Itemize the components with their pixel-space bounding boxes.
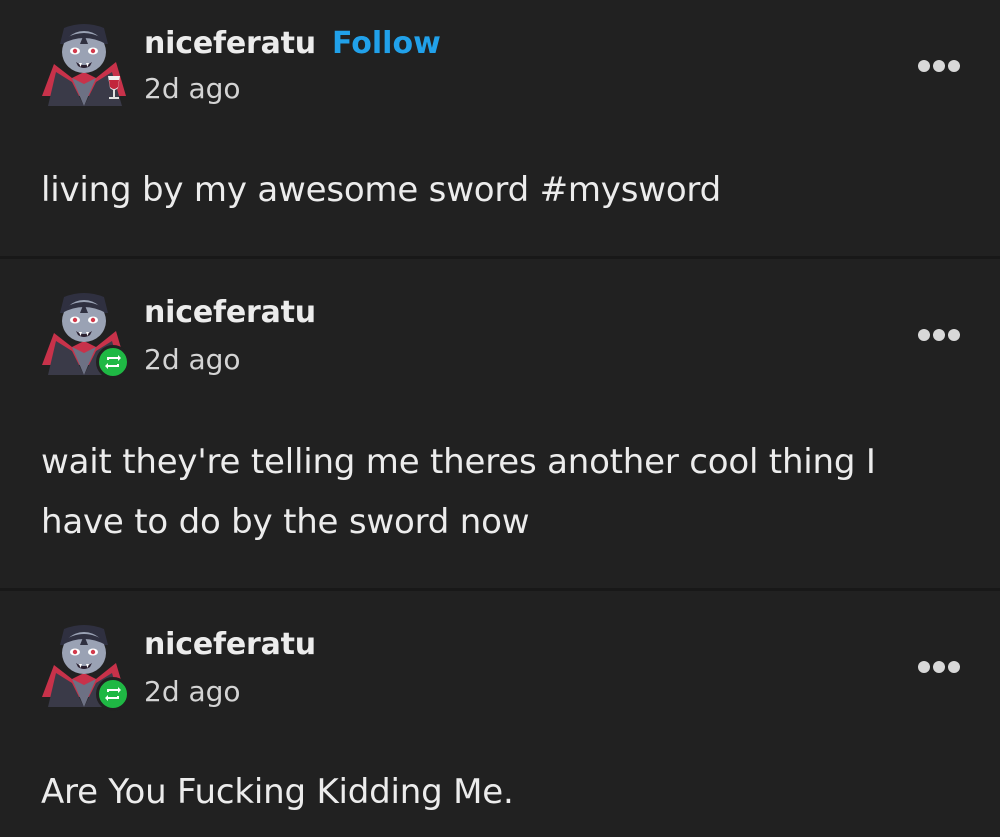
more-dot <box>933 329 945 341</box>
username[interactable]: niceferatu <box>144 26 316 61</box>
more-dot <box>918 60 930 72</box>
more-dot <box>918 661 930 673</box>
reblog-icon <box>96 345 130 379</box>
timestamp[interactable]: 2d ago <box>144 343 241 376</box>
username[interactable]: niceferatu <box>144 627 316 662</box>
username[interactable]: niceferatu <box>144 295 316 330</box>
follow-button[interactable]: Follow <box>332 26 441 61</box>
reblog-icon <box>105 687 121 701</box>
post-body: Are You Fucking Kidding Me. <box>41 772 514 812</box>
post-body: living by my awesome sword #mysword <box>41 170 721 210</box>
more-options-icon[interactable] <box>916 58 962 74</box>
post-body: wait they're telling me theres another c… <box>41 442 876 542</box>
vampire-avatar-icon[interactable] <box>38 22 130 106</box>
more-options-icon[interactable] <box>916 327 962 343</box>
more-dot <box>948 60 960 72</box>
more-options-icon[interactable] <box>916 659 962 675</box>
more-dot <box>933 661 945 673</box>
reblog-icon <box>105 355 121 369</box>
post: niceferatu 2d ago Are You Fucking Kiddin… <box>0 591 1000 837</box>
vampire-avatar-icon <box>42 24 126 106</box>
more-dot <box>918 329 930 341</box>
timestamp[interactable]: 2d ago <box>144 72 241 105</box>
more-dot <box>948 329 960 341</box>
more-dot <box>948 661 960 673</box>
post: niceferatu Follow 2d ago living by my aw… <box>0 0 1000 256</box>
timestamp[interactable]: 2d ago <box>144 675 241 708</box>
post: niceferatu 2d ago wait they're telling m… <box>0 259 1000 588</box>
more-dot <box>933 60 945 72</box>
post-feed: niceferatu Follow 2d ago living by my aw… <box>0 0 1000 837</box>
reblog-icon <box>96 677 130 711</box>
